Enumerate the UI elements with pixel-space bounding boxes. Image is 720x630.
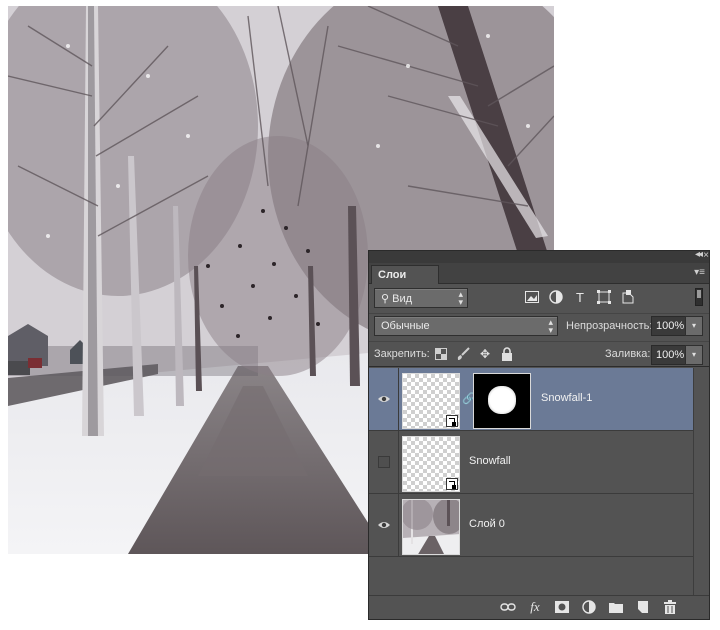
fill-label: Заливка: <box>605 348 651 360</box>
shape-filter-icon[interactable] <box>595 289 613 305</box>
lock-position-move-icon[interactable]: ✥ <box>477 346 493 362</box>
layers-bottom-toolbar: fx <box>369 595 709 619</box>
search-icon: ⚲ <box>381 293 393 305</box>
trash-icon[interactable] <box>661 599 679 615</box>
eye-icon[interactable] <box>377 518 391 532</box>
filter-kind-select[interactable]: ⚲ Вид ▴ ▾ <box>374 288 468 308</box>
panel-menu-icon[interactable]: ▾≡ <box>694 267 705 278</box>
add-mask-icon[interactable] <box>553 599 571 615</box>
layers-scrollbar[interactable] <box>693 368 709 598</box>
layer-row-snowfall[interactable]: Snowfall <box>369 431 695 494</box>
filter-icons: T <box>523 289 637 305</box>
link-layers-icon[interactable] <box>499 599 517 615</box>
opacity-label: Непрозрачность: <box>566 320 653 332</box>
collapse-panel-icon[interactable]: ◂◂ <box>695 249 703 260</box>
layer-name[interactable]: Слой 0 <box>469 518 505 530</box>
layer-row-snowfall-1[interactable]: 🔗 Snowfall-1 <box>369 368 695 431</box>
visibility-column <box>369 431 399 493</box>
lock-transparency-icon[interactable] <box>433 346 449 362</box>
layer-name[interactable]: Snowfall <box>469 455 511 467</box>
adjustment-layer-icon[interactable] <box>580 599 598 615</box>
filter-kind-label: Вид <box>392 293 413 305</box>
layer-name[interactable]: Snowfall-1 <box>541 392 592 404</box>
smart-object-filter-icon[interactable] <box>619 289 637 305</box>
adjustment-filter-icon[interactable] <box>547 289 565 305</box>
fx-icon[interactable]: fx <box>526 599 544 615</box>
lock-label: Закрепить: <box>374 348 430 360</box>
blend-mode-select[interactable]: Обычные ▴ ▾ <box>374 316 558 336</box>
filter-row: ⚲ Вид ▴ ▾ T <box>369 285 709 311</box>
new-layer-icon[interactable] <box>634 599 652 615</box>
opacity-dropdown-button[interactable]: ▾ <box>685 316 703 336</box>
lock-icons: ✥ <box>433 346 515 362</box>
filter-toggle-switch[interactable] <box>695 288 703 306</box>
layer-row-layer-0[interactable]: Слой 0 <box>369 494 695 557</box>
visibility-column <box>369 368 399 430</box>
type-filter-icon[interactable]: T <box>571 289 589 305</box>
smart-object-icon <box>446 478 458 490</box>
updown-arrow-icon: ▴ ▾ <box>458 289 463 307</box>
tab-layers[interactable]: Слои <box>371 265 439 284</box>
eye-icon[interactable] <box>377 392 391 406</box>
layer-thumbnail[interactable] <box>402 436 460 492</box>
fill-dropdown-button[interactable]: ▾ <box>685 345 703 365</box>
lock-pixels-brush-icon[interactable] <box>455 346 471 362</box>
bottom-icons: fx <box>499 599 679 615</box>
updown-arrow-icon: ▴ ▾ <box>548 317 553 335</box>
layers-list: 🔗 Snowfall-1 Snowfall Слой 0 <box>369 368 709 598</box>
photo-thumbnail-image <box>403 500 459 554</box>
lock-all-icon[interactable] <box>499 346 515 362</box>
lock-row: Закрепить: ✥ Заливка: 100% ▾ <box>369 341 709 367</box>
panel-title-bar: ◂◂ × <box>369 249 709 263</box>
layers-panel: ◂◂ × Слои ▾≡ ⚲ Вид ▴ ▾ T Обычные ▴ ▾ Неп… <box>368 249 710 620</box>
blend-mode-value: Обычные <box>381 320 430 332</box>
layer-thumbnail[interactable] <box>402 373 460 429</box>
smart-object-icon <box>446 415 458 427</box>
new-group-icon[interactable] <box>607 599 625 615</box>
visibility-column <box>369 494 399 556</box>
image-filter-icon[interactable] <box>523 289 541 305</box>
blend-row: Обычные ▴ ▾ Непрозрачность: 100% ▾ <box>369 313 709 339</box>
panel-tab-row: Слои ▾≡ <box>369 263 709 284</box>
visibility-toggle-empty[interactable] <box>378 456 390 468</box>
layer-thumbnail[interactable] <box>402 499 460 555</box>
close-panel-icon[interactable]: × <box>703 250 709 261</box>
layer-mask-thumbnail[interactable] <box>473 373 531 429</box>
